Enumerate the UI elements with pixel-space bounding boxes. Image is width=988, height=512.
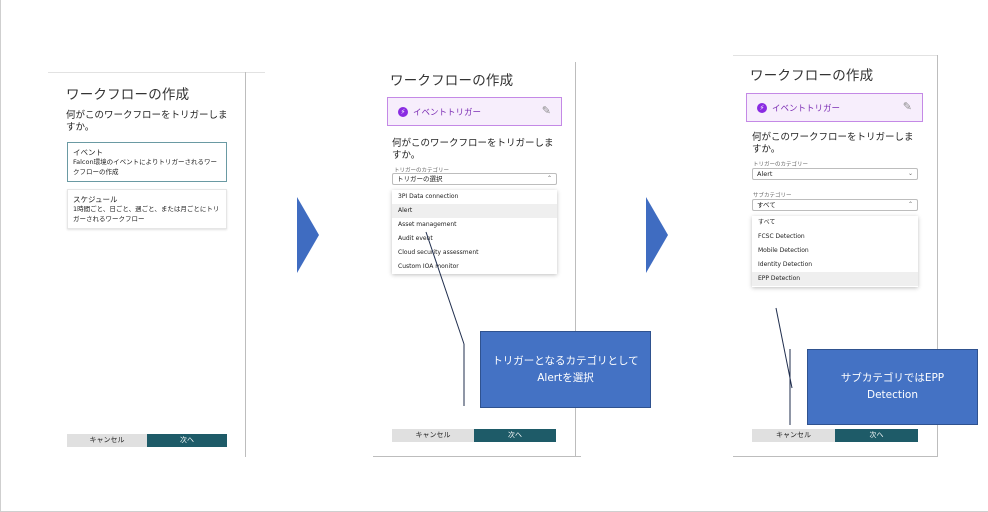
panel-top-border	[733, 55, 938, 56]
chevron-up-icon: ⌃	[907, 201, 913, 208]
option-title: スケジュール	[73, 195, 118, 204]
trigger-label: イベントトリガー	[772, 104, 841, 114]
dropdown-item[interactable]: Asset management	[392, 218, 557, 232]
pencil-icon[interactable]: ✎	[542, 104, 551, 117]
callout-epp: サブカテゴリではEPP Detection	[807, 349, 978, 425]
panel-right-border	[245, 72, 246, 457]
trigger-label: イベントトリガー	[413, 108, 482, 118]
dropdown-item-alert[interactable]: Alert	[392, 204, 557, 218]
subcategory-dropdown: すべて FCSC Detection Mobile Detection Iden…	[752, 216, 918, 287]
category-select[interactable]: トリガーの選択 ⌃	[392, 173, 557, 185]
category-dropdown: 3PI Data connection Alert Asset manageme…	[392, 190, 557, 274]
dropdown-item[interactable]: すべて	[752, 216, 918, 230]
trigger-question: 何がこのワークフローをトリガーしますか。	[66, 110, 228, 133]
dropdown-item[interactable]: Identity Detection	[752, 258, 918, 272]
dropdown-item[interactable]: Audit event	[392, 232, 557, 246]
bolt-icon: ⚡	[757, 103, 767, 113]
trigger-question: 何がこのワークフローをトリガーしますか。	[752, 132, 914, 155]
option-title: イベント	[73, 148, 103, 157]
chevron-down-icon: ⌄	[907, 170, 913, 177]
category-label: トリガーのカテゴリー	[753, 162, 809, 168]
category-select-value: Alert	[757, 170, 773, 178]
dropdown-item-epp[interactable]: EPP Detection	[752, 272, 918, 286]
bolt-icon: ⚡	[398, 107, 408, 117]
dropdown-item[interactable]: Cloud security assessment	[392, 246, 557, 260]
pencil-icon[interactable]: ✎	[903, 100, 912, 113]
next-button[interactable]: 次へ	[835, 429, 918, 442]
dropdown-item[interactable]: Mobile Detection	[752, 244, 918, 258]
next-button[interactable]: 次へ	[147, 434, 227, 447]
page-title: ワークフローの作成	[390, 73, 514, 89]
subcategory-label: サブカテゴリー	[753, 193, 792, 199]
trigger-question: 何がこのワークフローをトリガーしますか。	[392, 138, 554, 161]
option-desc: Falcon環境のイベントによりトリガーされるワークフローの作成	[73, 158, 217, 176]
pointer-line	[775, 307, 793, 389]
page-title: ワークフローの作成	[750, 68, 874, 84]
page-title: ワークフローの作成	[66, 87, 190, 103]
next-button[interactable]: 次へ	[474, 429, 556, 442]
dropdown-item[interactable]: 3PI Data connection	[392, 190, 557, 204]
panel-bottom-border	[373, 456, 581, 457]
step-arrow-icon	[646, 197, 668, 273]
event-trigger-box[interactable]: ⚡ イベントトリガー ✎	[746, 93, 923, 122]
dropdown-item[interactable]: FCSC Detection	[752, 230, 918, 244]
cancel-button[interactable]: キャンセル	[752, 429, 835, 442]
panel-bottom-border	[733, 456, 938, 457]
callout-alert: トリガーとなるカテゴリとしてAlertを選択	[480, 331, 651, 408]
cancel-button[interactable]: キャンセル	[392, 429, 474, 442]
category-select-value: トリガーの選択	[397, 175, 443, 183]
category-select[interactable]: Alert ⌄	[752, 168, 918, 180]
subcategory-select-value: すべて	[757, 201, 776, 209]
step-arrow-icon	[297, 197, 319, 273]
cancel-button[interactable]: キャンセル	[67, 434, 147, 447]
dropdown-item[interactable]: Custom IOA monitor	[392, 260, 557, 274]
option-desc: 1時間ごと、日ごと、週ごと、または月ごとにトリガーされるワークフロー	[73, 205, 220, 223]
panel-top-border	[48, 72, 265, 73]
subcategory-select[interactable]: すべて ⌃	[752, 199, 918, 211]
chevron-up-icon: ⌃	[546, 175, 552, 182]
option-card-schedule[interactable]: スケジュール 1時間ごと、日ごと、週ごと、または月ごとにトリガーされるワークフロ…	[67, 189, 227, 229]
event-trigger-box[interactable]: ⚡ イベントトリガー ✎	[387, 97, 562, 126]
option-card-event[interactable]: イベント Falcon環境のイベントによりトリガーされるワークフローの作成	[67, 142, 227, 182]
